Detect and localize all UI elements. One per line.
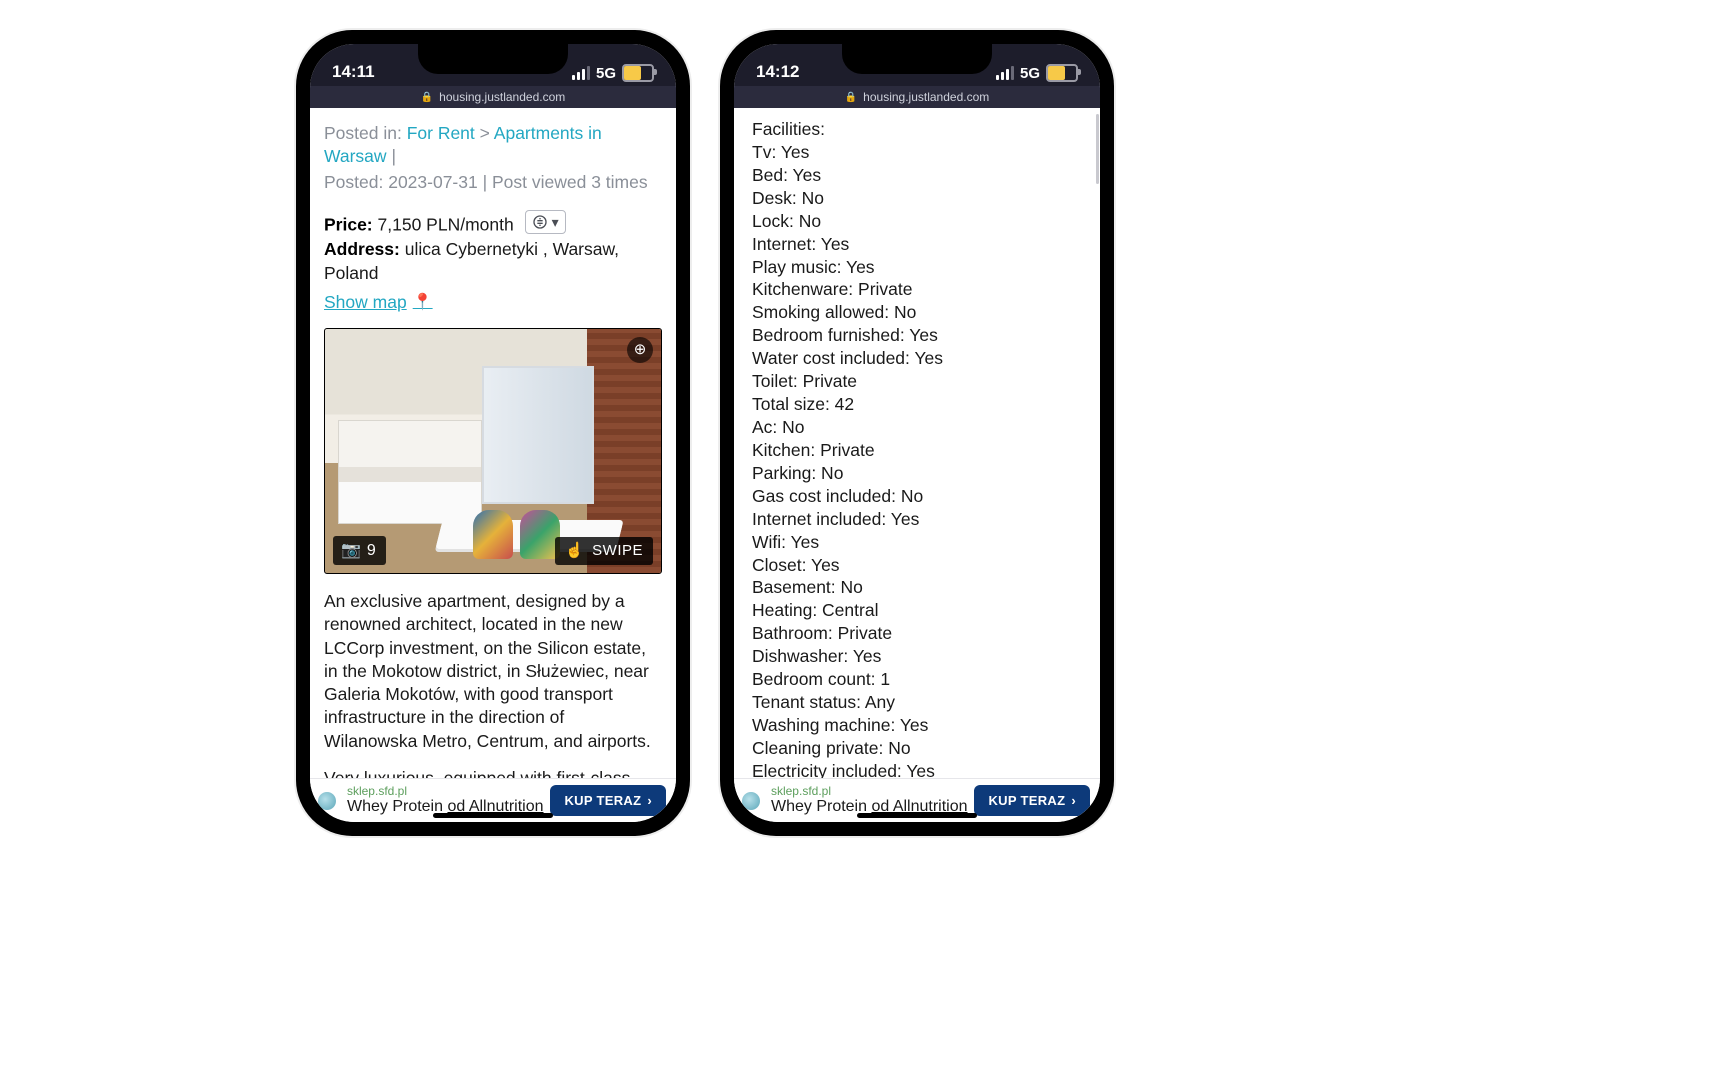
lock-icon: 🔒: [845, 92, 857, 103]
network-label: 5G: [596, 65, 616, 82]
swipe-badge[interactable]: ☝ SWIPE: [555, 537, 653, 565]
home-indicator[interactable]: [857, 813, 977, 818]
facility-item: Smoking allowed: No: [752, 301, 1082, 324]
facility-item: Desk: No: [752, 187, 1082, 210]
notch: [418, 44, 568, 74]
phone-mockup-left: 14:11 5G 🔒 housing.justlanded.com Posted…: [296, 30, 690, 836]
ad-cta-label: KUP TERAZ: [564, 793, 641, 808]
home-indicator[interactable]: [433, 813, 553, 818]
show-map-link[interactable]: Show map 📍: [324, 291, 433, 314]
facility-item: Wifi: Yes: [752, 531, 1082, 554]
chevron-right-icon: ›: [1071, 793, 1076, 808]
facility-item: Internet: Yes: [752, 233, 1082, 256]
facility-item: Basement: No: [752, 576, 1082, 599]
ad-host: sklep.sfd.pl: [347, 785, 544, 798]
description-p1: An exclusive apartment, designed by a re…: [324, 590, 662, 753]
signal-icon: [572, 66, 590, 80]
facility-item: Bathroom: Private: [752, 622, 1082, 645]
address-label: Address:: [324, 239, 400, 259]
price-row: Price: 7,150 PLN/month ▾: [324, 210, 662, 237]
ad-host: sklep.sfd.pl: [771, 785, 968, 798]
browser-url-bar[interactable]: 🔒 housing.justlanded.com: [310, 86, 676, 108]
facility-item: Play music: Yes: [752, 256, 1082, 279]
ad-logo: [742, 792, 760, 810]
hand-icon: ☝: [565, 541, 584, 561]
breadcrumb: Posted in: For Rent > Apartments in Wars…: [324, 122, 662, 169]
facility-item: Tenant status: Any: [752, 691, 1082, 714]
lock-icon: 🔒: [421, 92, 433, 103]
listing-photo[interactable]: ⊕ 📷 9 ☝ SWIPE: [324, 328, 662, 574]
map-pin-icon: 📍: [413, 292, 433, 313]
facility-item: Bedroom count: 1: [752, 668, 1082, 691]
swipe-label: SWIPE: [592, 541, 643, 561]
battery-icon: [1046, 64, 1078, 82]
breadcrumb-prefix: Posted in:: [324, 123, 402, 143]
facility-item: Water cost included: Yes: [752, 347, 1082, 370]
phone-mockup-right: 14:12 5G 🔒 housing.justlanded.com Facili…: [720, 30, 1114, 836]
photo-count: 9: [367, 540, 376, 561]
facility-item: Cleaning private: No: [752, 737, 1082, 760]
facility-item: Closet: Yes: [752, 554, 1082, 577]
facility-item: Internet included: Yes: [752, 508, 1082, 531]
ad-logo: [318, 792, 336, 810]
facility-item: Kitchen: Private: [752, 439, 1082, 462]
zoom-icon[interactable]: ⊕: [627, 337, 653, 363]
facility-item: Toilet: Private: [752, 370, 1082, 393]
notch: [842, 44, 992, 74]
facility-item: Total size: 42: [752, 393, 1082, 416]
network-label: 5G: [1020, 65, 1040, 82]
status-indicators: 5G: [996, 64, 1078, 82]
facility-item: Dishwasher: Yes: [752, 645, 1082, 668]
battery-icon: [622, 64, 654, 82]
breadcrumb-sep: >: [480, 123, 490, 143]
post-meta: Posted: 2023-07-31 | Post viewed 3 times: [324, 171, 662, 194]
facility-item: Parking: No: [752, 462, 1082, 485]
currency-dropdown[interactable]: ▾: [525, 210, 566, 235]
facility-item: Lock: No: [752, 210, 1082, 233]
status-time: 14:11: [332, 62, 375, 82]
status-time: 14:12: [756, 62, 799, 82]
breadcrumb-link-for-rent[interactable]: For Rent: [407, 123, 475, 143]
status-indicators: 5G: [572, 64, 654, 82]
facility-item: Kitchenware: Private: [752, 278, 1082, 301]
camera-icon: 📷: [341, 540, 361, 561]
currency-exchange-icon: [532, 214, 548, 230]
scroll-indicator[interactable]: [1096, 114, 1099, 184]
price-value: 7,150 PLN/month: [378, 214, 514, 234]
ad-cta-button[interactable]: KUP TERAZ ›: [550, 785, 666, 816]
signal-icon: [996, 66, 1014, 80]
facility-item: Ac: No: [752, 416, 1082, 439]
url-host: housing.justlanded.com: [863, 90, 989, 104]
ad-cta-label: KUP TERAZ: [988, 793, 1065, 808]
browser-url-bar[interactable]: 🔒 housing.justlanded.com: [734, 86, 1100, 108]
facilities-heading: Facilities:: [752, 118, 1082, 141]
facility-item: Heating: Central: [752, 599, 1082, 622]
facilities-list[interactable]: Facilities: Tv: YesBed: YesDesk: NoLock:…: [734, 108, 1100, 822]
address-row: Address: ulica Cybernetyki , Warsaw, Pol…: [324, 238, 662, 285]
facility-item: Bedroom furnished: Yes: [752, 324, 1082, 347]
breadcrumb-tail: |: [391, 146, 396, 166]
facility-item: Tv: Yes: [752, 141, 1082, 164]
facility-item: Washing machine: Yes: [752, 714, 1082, 737]
page-content[interactable]: Posted in: For Rent > Apartments in Wars…: [310, 108, 676, 822]
show-map-label: Show map: [324, 291, 407, 314]
chevron-right-icon: ›: [647, 793, 652, 808]
facility-item: Gas cost included: No: [752, 485, 1082, 508]
facility-item: Bed: Yes: [752, 164, 1082, 187]
price-label: Price:: [324, 214, 373, 234]
ad-cta-button[interactable]: KUP TERAZ ›: [974, 785, 1090, 816]
chevron-down-icon: ▾: [552, 213, 559, 232]
url-host: housing.justlanded.com: [439, 90, 565, 104]
photo-count-badge[interactable]: 📷 9: [333, 536, 386, 565]
